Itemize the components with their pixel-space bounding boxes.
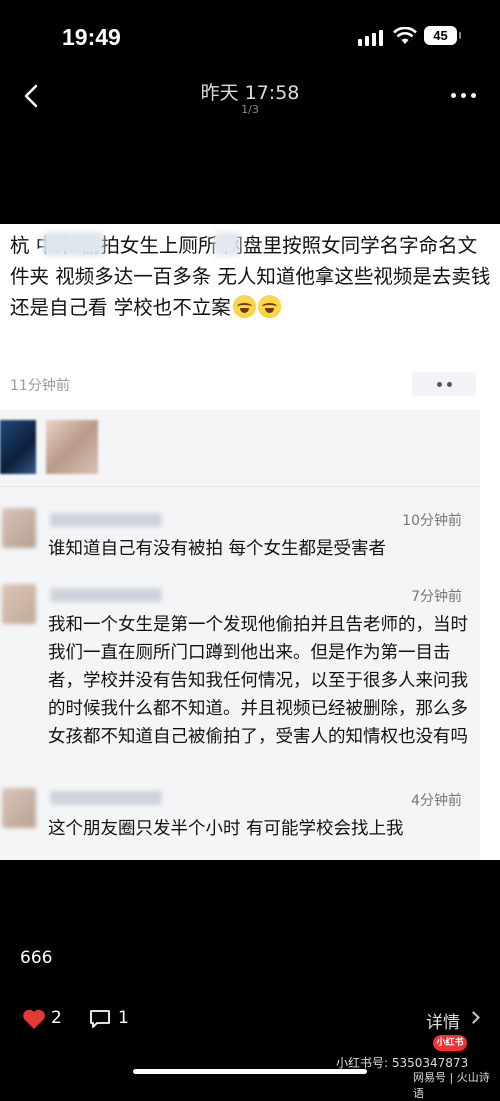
- watermark-logo: 小红书: [433, 1035, 467, 1051]
- clock: 19:49: [62, 24, 121, 50]
- bottom-bar: 666 2 1 详情 小红书 小红书号: 5350347873 网易号 | 火山…: [0, 940, 500, 1100]
- commenter-name-blurred: [50, 513, 162, 527]
- avatar: [2, 508, 36, 548]
- blurred-thumbnail: [0, 420, 36, 474]
- comment-item: 7分钟前 我和一个女生是第一个发现他偷拍并且告老师的，当时我们一直在厕所门口蹲到…: [0, 574, 480, 774]
- avatar: [2, 584, 36, 624]
- post-time: 11分钟前: [10, 378, 70, 394]
- detail-link[interactable]: 详情: [426, 1008, 460, 1033]
- home-indicator: [133, 1069, 367, 1074]
- comment-text: 这个朋友圈只发半个小时 有可能学校会找上我: [48, 819, 404, 839]
- comment-time: 4分钟前: [411, 793, 462, 809]
- chevron-right-icon[interactable]: [467, 1011, 480, 1024]
- blurred-thumbnail: [46, 420, 98, 474]
- top-bar: 昨天 17:58 1/3: [0, 72, 500, 124]
- comment-text: 谁知道自己有没有被拍 每个女生都是受害者: [48, 539, 387, 559]
- wifi-icon: [393, 27, 417, 44]
- page-indicator: 1/3: [241, 103, 259, 116]
- commenter-name-blurred: [50, 588, 162, 602]
- more-icon[interactable]: [451, 93, 476, 98]
- page-title: 昨天 17:58: [200, 82, 300, 104]
- action-row: 2 1 详情: [0, 1002, 500, 1042]
- screenshot-image: 杭 中朱 偷拍女生上厕所 网盘里按照女同学名字命名文件夹 视频多达一百多条 无人…: [0, 224, 500, 860]
- battery-icon: 45: [424, 26, 461, 45]
- view-count: 666: [20, 948, 53, 968]
- watermark-text: 网易号 | 火山诗语: [413, 1071, 490, 1100]
- comment-item: 10分钟前 谁知道自己有没有被拍 每个女生都是受害者: [0, 500, 480, 566]
- avatar: [2, 788, 36, 828]
- comment-item: 4分钟前 这个朋友圈只发半个小时 有可能学校会找上我: [0, 782, 480, 852]
- like-count: 2: [51, 1008, 62, 1028]
- comment-icon[interactable]: [88, 1008, 112, 1030]
- commenter-name-blurred: [50, 791, 162, 805]
- heart-icon[interactable]: [22, 1008, 46, 1030]
- crying-laughing-emoji-icon: [257, 295, 281, 318]
- comment-time: 10分钟前: [402, 513, 462, 529]
- redaction-blur: [42, 232, 104, 256]
- redaction-blur: [214, 232, 240, 256]
- comment-text: 我和一个女生是第一个发现他偷拍并且告老师的，当时我们一直在厕所门口蹲到他出来。但…: [48, 615, 468, 747]
- comment-time: 7分钟前: [411, 589, 462, 605]
- post-more-icon[interactable]: [412, 372, 476, 396]
- post-text: 杭 中朱 偷拍女生上厕所 网盘里按照女同学名字命名文件夹 视频多达一百多条 无人…: [10, 230, 492, 323]
- comment-count: 1: [118, 1008, 129, 1028]
- crying-laughing-emoji-icon: [232, 295, 256, 318]
- divider: [0, 486, 480, 487]
- signal-icon: [358, 30, 383, 46]
- status-bar: 19:49 45: [0, 0, 500, 72]
